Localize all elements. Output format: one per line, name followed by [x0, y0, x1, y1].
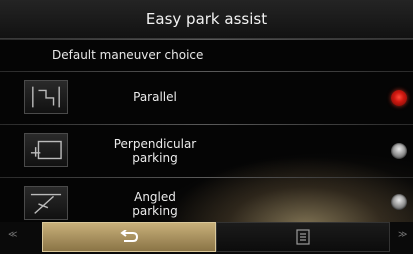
perpendicular-parking-icon [24, 133, 68, 167]
section-heading: Default maneuver choice [0, 40, 413, 70]
scroll-left-icon: ≪ [8, 230, 18, 240]
parallel-parking-icon [24, 80, 68, 114]
scroll-right-icon: ≫ [398, 230, 408, 240]
option-label-line1: Perpendicular [113, 137, 197, 151]
menu-button[interactable] [216, 222, 390, 252]
section-label: Default maneuver choice [52, 48, 204, 62]
back-button[interactable] [42, 222, 216, 252]
list-menu-icon [296, 229, 310, 245]
option-label: Parallel [133, 90, 177, 104]
option-parallel[interactable]: Parallel [0, 72, 413, 124]
radio-perpendicular[interactable] [391, 143, 407, 159]
option-label-line1: Angled [134, 190, 176, 204]
screen: Easy park assist Default maneuver choice… [0, 0, 413, 254]
option-perpendicular[interactable]: Perpendicular parking [0, 125, 413, 177]
radio-angled[interactable] [391, 194, 407, 210]
option-label-line2: parking [132, 151, 178, 165]
page-title: Easy park assist [145, 10, 268, 28]
option-label-line2: parking [132, 204, 178, 218]
angled-parking-icon [24, 186, 68, 220]
back-arrow-icon [120, 230, 139, 242]
radio-parallel[interactable] [391, 90, 407, 106]
header: Easy park assist [0, 0, 413, 39]
